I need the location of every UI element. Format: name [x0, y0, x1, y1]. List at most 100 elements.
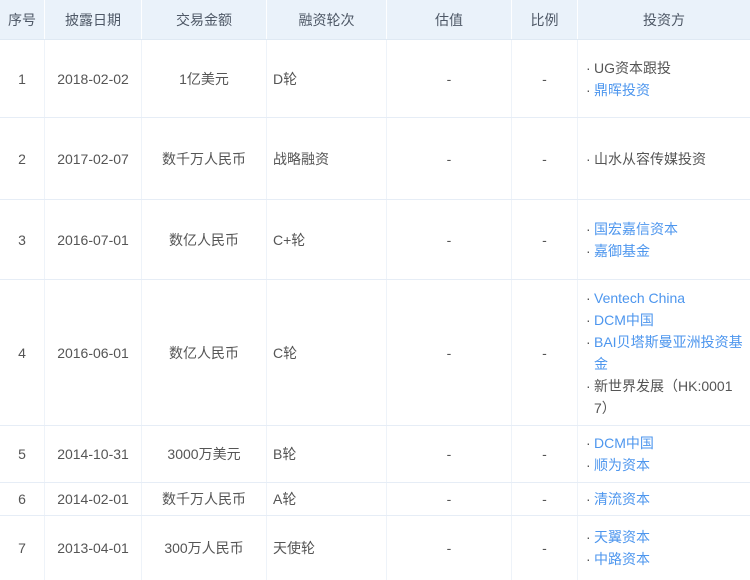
cell-amount: 1亿美元 — [142, 40, 267, 117]
bullet-icon: · — [586, 491, 591, 507]
cell-index: 7 — [0, 516, 45, 580]
cell-index: 3 — [0, 200, 45, 279]
bullet-icon: · — [586, 150, 591, 167]
investor-item: · 中路资本 — [586, 548, 744, 570]
investor-name: 山水从容传媒投资 — [594, 150, 706, 167]
cell-amount: 数千万人民币 — [142, 118, 267, 199]
bullet-icon: · — [586, 59, 591, 76]
cell-round: A轮 — [267, 483, 387, 515]
bullet-icon: · — [586, 377, 591, 394]
investor-link[interactable]: 嘉御基金 — [594, 240, 650, 262]
table-row: 5 2014-10-31 3000万美元 B轮 - - · DCM中国 · 顺为… — [0, 426, 750, 483]
cell-ratio: - — [512, 118, 578, 199]
col-header-date: 披露日期 — [45, 0, 142, 39]
cell-amount: 3000万美元 — [142, 426, 267, 482]
investor-link[interactable]: DCM中国 — [594, 309, 654, 331]
investor-item: · 嘉御基金 — [586, 240, 744, 262]
col-header-round: 融资轮次 — [267, 0, 387, 39]
cell-ratio: - — [512, 40, 578, 117]
investor-link[interactable]: 天翼资本 — [594, 526, 650, 548]
bullet-icon: · — [586, 457, 591, 473]
bullet-icon: · — [586, 289, 591, 306]
cell-index: 4 — [0, 280, 45, 425]
bullet-icon: · — [586, 242, 591, 259]
investor-link[interactable]: Ventech China — [594, 287, 685, 309]
cell-investors: · DCM中国 · 顺为资本 — [578, 426, 750, 482]
investor-link[interactable]: BAI贝塔斯曼亚洲投资基金 — [594, 331, 744, 375]
cell-investors: · 天翼资本 · 中路资本 — [578, 516, 750, 580]
investor-link[interactable]: 中路资本 — [594, 548, 650, 570]
cell-round: B轮 — [267, 426, 387, 482]
investor-item: · 鼎晖投资 — [586, 79, 744, 101]
investor-link[interactable]: 顺为资本 — [594, 454, 650, 476]
investor-link[interactable]: DCM中国 — [594, 432, 654, 454]
table-row: 2 2017-02-07 数千万人民币 战略融资 - - · 山水从容传媒投资 — [0, 118, 750, 200]
bullet-icon: · — [586, 81, 591, 98]
cell-index: 5 — [0, 426, 45, 482]
table-row: 4 2016-06-01 数亿人民币 C轮 - - · Ventech Chin… — [0, 280, 750, 426]
cell-ratio: - — [512, 516, 578, 580]
cell-valuation: - — [387, 516, 512, 580]
investor-item: · 天翼资本 — [586, 526, 744, 548]
investor-link[interactable]: 清流资本 — [594, 488, 650, 510]
table-row: 1 2018-02-02 1亿美元 D轮 - - · UG资本跟投 · 鼎晖投资 — [0, 40, 750, 118]
cell-ratio: - — [512, 280, 578, 425]
cell-amount: 300万人民币 — [142, 516, 267, 580]
cell-valuation: - — [387, 483, 512, 515]
cell-amount: 数千万人民币 — [142, 483, 267, 515]
col-header-amount: 交易金额 — [142, 0, 267, 39]
cell-valuation: - — [387, 200, 512, 279]
investor-item: · 清流资本 — [586, 488, 744, 510]
financing-rounds-table: 序号 披露日期 交易金额 融资轮次 估值 比例 投资方 1 2018-02-02… — [0, 0, 750, 580]
cell-round: C轮 — [267, 280, 387, 425]
cell-amount: 数亿人民币 — [142, 280, 267, 425]
investor-item: · UG资本跟投 — [586, 57, 744, 79]
cell-investors: · 山水从容传媒投资 — [578, 118, 750, 199]
investor-item: · BAI贝塔斯曼亚洲投资基金 — [586, 331, 744, 375]
cell-date: 2016-06-01 — [45, 280, 142, 425]
cell-round: C+轮 — [267, 200, 387, 279]
bullet-icon: · — [586, 311, 591, 328]
cell-index: 6 — [0, 483, 45, 515]
bullet-icon: · — [586, 435, 591, 451]
investor-item: · 国宏嘉信资本 — [586, 218, 744, 240]
table-row: 7 2013-04-01 300万人民币 天使轮 - - · 天翼资本 · 中路… — [0, 516, 750, 580]
table-row: 6 2014-02-01 数千万人民币 A轮 - - · 清流资本 — [0, 483, 750, 516]
investor-name: 新世界发展（HK:00017） — [594, 377, 733, 416]
cell-ratio: - — [512, 483, 578, 515]
col-header-valuation: 估值 — [387, 0, 512, 39]
cell-ratio: - — [512, 426, 578, 482]
investor-item: · 新世界发展（HK:00017） — [586, 375, 744, 419]
cell-index: 2 — [0, 118, 45, 199]
investor-item: · Ventech China — [586, 287, 744, 309]
bullet-icon: · — [586, 220, 591, 237]
investor-item: · DCM中国 — [586, 432, 744, 454]
cell-round: D轮 — [267, 40, 387, 117]
cell-investors: · 清流资本 — [578, 483, 750, 515]
investor-item: · DCM中国 — [586, 309, 744, 331]
cell-valuation: - — [387, 40, 512, 117]
cell-date: 2013-04-01 — [45, 516, 142, 580]
bullet-icon: · — [586, 529, 591, 545]
cell-valuation: - — [387, 118, 512, 199]
cell-investors: · 国宏嘉信资本 · 嘉御基金 — [578, 200, 750, 279]
table-body: 1 2018-02-02 1亿美元 D轮 - - · UG资本跟投 · 鼎晖投资… — [0, 40, 750, 580]
col-header-ratio: 比例 — [512, 0, 578, 39]
cell-investors: · UG资本跟投 · 鼎晖投资 — [578, 40, 750, 117]
col-header-index: 序号 — [0, 0, 45, 39]
cell-index: 1 — [0, 40, 45, 117]
investor-item: · 山水从容传媒投资 — [586, 148, 744, 170]
cell-ratio: - — [512, 200, 578, 279]
investor-name: UG资本跟投 — [594, 59, 671, 76]
cell-valuation: - — [387, 426, 512, 482]
cell-date: 2016-07-01 — [45, 200, 142, 279]
investor-link[interactable]: 鼎晖投资 — [594, 79, 650, 101]
bullet-icon: · — [586, 551, 591, 567]
col-header-investors: 投资方 — [643, 11, 685, 28]
cell-valuation: - — [387, 280, 512, 425]
cell-amount: 数亿人民币 — [142, 200, 267, 279]
cell-round: 天使轮 — [267, 516, 387, 580]
investor-item: · 顺为资本 — [586, 454, 744, 476]
investor-link[interactable]: 国宏嘉信资本 — [594, 218, 678, 240]
cell-date: 2017-02-07 — [45, 118, 142, 199]
